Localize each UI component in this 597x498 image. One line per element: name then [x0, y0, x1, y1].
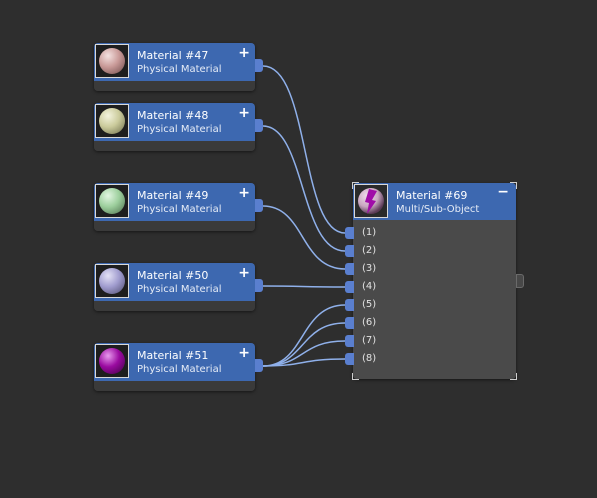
- slot-label-1: (1): [362, 227, 377, 238]
- node-header[interactable]: Material #69 Multi/Sub-Object −: [353, 183, 516, 220]
- input-slot-1[interactable]: [345, 227, 354, 239]
- node-header[interactable]: Material #49 Physical Material +: [94, 183, 255, 221]
- material-preview: [95, 104, 129, 138]
- selection-corner-top-right: [510, 182, 517, 189]
- node-subtitle: Physical Material: [137, 124, 222, 135]
- slot-label-4: (4): [362, 281, 377, 292]
- slot-label-3: (3): [362, 263, 377, 274]
- slot-label-7: (7): [362, 335, 377, 346]
- multi-sub-object-node[interactable]: Material #69 Multi/Sub-Object − (1) (2) …: [345, 182, 524, 380]
- node-title: Material #49: [137, 189, 209, 202]
- wire-49-to-slot-3: [262, 205, 346, 270]
- material-node-49[interactable]: Material #49 Physical Material +: [94, 183, 263, 231]
- input-slot-7[interactable]: [345, 335, 354, 347]
- node-header[interactable]: Material #50 Physical Material +: [94, 263, 255, 301]
- node-header[interactable]: Material #51 Physical Material +: [94, 343, 255, 381]
- input-slot-4[interactable]: [345, 281, 354, 293]
- node-header[interactable]: Material #47 Physical Material +: [94, 43, 255, 81]
- expand-plus-icon[interactable]: +: [238, 265, 250, 281]
- material-node-50[interactable]: Material #50 Physical Material +: [94, 263, 263, 311]
- output-port[interactable]: [255, 59, 263, 72]
- wire-51-to-slot-7: [262, 340, 346, 367]
- selection-corner-top-left: [352, 182, 359, 189]
- input-slot-8[interactable]: [345, 353, 354, 365]
- node-subtitle: Physical Material: [137, 284, 222, 295]
- multi-material-sphere-icon: [358, 188, 384, 214]
- node-footer: [94, 81, 255, 91]
- node-title: Material #69: [396, 189, 468, 202]
- wire-51-to-slot-5: [262, 304, 346, 367]
- node-footer: [94, 301, 255, 311]
- material-node-47[interactable]: Material #47 Physical Material +: [94, 43, 263, 91]
- selection-corner-bottom-left: [352, 373, 359, 380]
- input-slot-3[interactable]: [345, 263, 354, 275]
- material-sphere-icon: [99, 48, 125, 74]
- node-subtitle: Multi/Sub-Object: [396, 204, 480, 215]
- material-sphere-icon: [99, 108, 125, 134]
- expand-plus-icon[interactable]: +: [238, 45, 250, 61]
- expand-plus-icon[interactable]: +: [238, 185, 250, 201]
- wire-50-to-slot-4: [262, 285, 346, 288]
- node-subtitle: Physical Material: [137, 64, 222, 75]
- input-slot-2[interactable]: [345, 245, 354, 257]
- node-footer: [94, 221, 255, 231]
- expand-plus-icon[interactable]: +: [238, 105, 250, 121]
- collapse-minus-icon[interactable]: −: [497, 184, 509, 200]
- output-port[interactable]: [255, 119, 263, 132]
- selection-corner-bottom-right: [510, 373, 517, 380]
- wire-47-to-slot-1: [262, 65, 346, 234]
- material-sphere-icon: [99, 348, 125, 374]
- node-title: Material #47: [137, 49, 209, 62]
- material-node-48[interactable]: Material #48 Physical Material +: [94, 103, 263, 151]
- input-slot-6[interactable]: [345, 317, 354, 329]
- wire-51-to-slot-6: [262, 322, 346, 367]
- output-port[interactable]: [255, 359, 263, 372]
- input-slot-5[interactable]: [345, 299, 354, 311]
- material-preview: [95, 344, 129, 378]
- material-sphere-icon: [99, 188, 125, 214]
- expand-plus-icon[interactable]: +: [238, 345, 250, 361]
- material-preview: [95, 184, 129, 218]
- material-sphere-icon: [99, 268, 125, 294]
- material-preview: [95, 264, 129, 298]
- material-node-51[interactable]: Material #51 Physical Material +: [94, 343, 263, 391]
- output-port[interactable]: [255, 279, 263, 292]
- node-footer: [94, 141, 255, 151]
- material-preview: [95, 44, 129, 78]
- node-header[interactable]: Material #48 Physical Material +: [94, 103, 255, 141]
- wire-51-to-slot-8: [262, 358, 346, 367]
- material-preview: [354, 184, 388, 218]
- node-subtitle: Physical Material: [137, 204, 222, 215]
- node-footer: [94, 381, 255, 391]
- slot-label-2: (2): [362, 245, 377, 256]
- node-title: Material #50: [137, 269, 209, 282]
- slot-label-5: (5): [362, 299, 377, 310]
- slot-label-8: (8): [362, 353, 377, 364]
- slot-label-6: (6): [362, 317, 377, 328]
- output-port[interactable]: [516, 274, 524, 288]
- node-subtitle: Physical Material: [137, 364, 222, 375]
- node-title: Material #51: [137, 349, 209, 362]
- output-port[interactable]: [255, 199, 263, 212]
- node-title: Material #48: [137, 109, 209, 122]
- wire-48-to-slot-2: [262, 125, 346, 252]
